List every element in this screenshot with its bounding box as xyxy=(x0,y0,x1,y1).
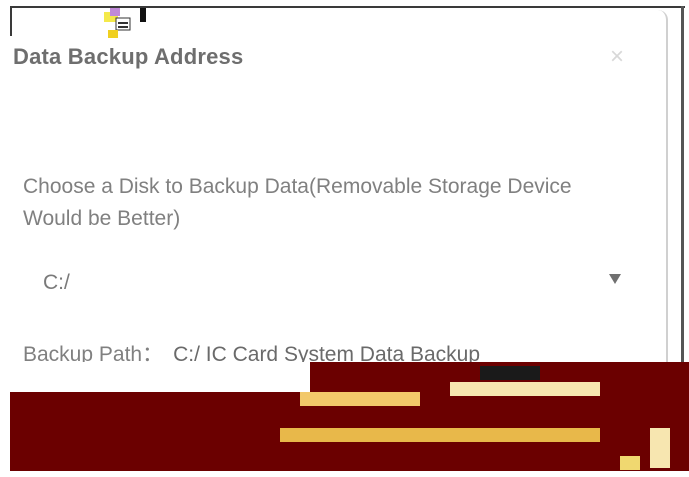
band-stripe xyxy=(300,392,420,406)
instruction-text: Choose a Disk to Backup Data(Removable S… xyxy=(23,175,572,230)
band-light-region xyxy=(10,362,310,392)
disk-select[interactable]: C:/ xyxy=(23,262,627,302)
disk-select-value: C:/ xyxy=(43,271,70,294)
app-icon xyxy=(104,8,146,38)
band-stripe xyxy=(280,428,600,442)
band-stripe xyxy=(620,456,640,470)
band-stripe xyxy=(650,428,670,468)
band-bottom-strip xyxy=(10,471,689,477)
dialog-title: Data Backup Address xyxy=(13,44,244,69)
glitched-background-area xyxy=(10,362,689,477)
band-stripe xyxy=(450,382,600,396)
close-icon[interactable]: × xyxy=(604,44,630,70)
caret-down-icon[interactable] xyxy=(609,274,621,284)
backup-address-dialog: Data Backup Address × Choose a Disk to B… xyxy=(12,10,668,370)
band-stripe xyxy=(480,366,540,380)
screen: Data Backup Address × Choose a Disk to B… xyxy=(0,0,689,477)
